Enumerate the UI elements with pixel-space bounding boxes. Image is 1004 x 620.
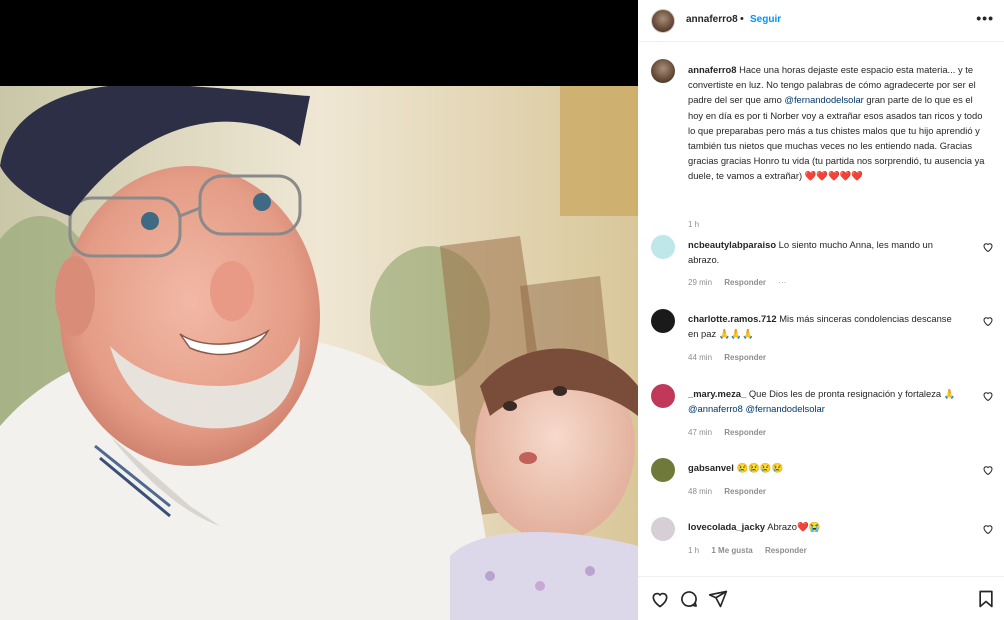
comment-text: gabsanvel 😢😢😢😢 [688,460,958,475]
commenter-avatar[interactable] [651,309,675,333]
caption-mention[interactable]: @fernandodelsolar [784,94,863,105]
author-username[interactable]: annaferro8 [686,14,738,25]
comment-timestamp[interactable]: 1 h [688,546,699,555]
commenter-username[interactable]: ncbeautylabparaiso [688,239,776,250]
separator-dot: • [740,13,744,25]
comment-text: lovecolada_jacky Abrazo❤️😭 [688,519,958,534]
comment-text: charlotte.ramos.712 Mis más sinceras con… [688,311,958,341]
caption-timestamp[interactable]: 1 h [688,220,699,229]
caption-text: annaferro8 Hace una horas dejaste este e… [688,62,988,184]
commenter-avatar[interactable] [651,384,675,408]
comment-body: 😢😢😢😢 [736,462,784,473]
comment-meta: 1 h 1 Me gusta Responder [688,546,817,555]
comment-meta: 29 min Responder ··· [688,278,796,287]
caption-avatar[interactable] [651,59,675,83]
comment-icon[interactable] [679,589,699,609]
bookmark-icon[interactable] [976,589,996,609]
comment-more-icon[interactable]: ··· [778,278,786,287]
comment-meta: 48 min Responder [688,487,776,496]
caption-body-part2: gran parte de lo que es el hoy en día es… [688,94,985,182]
comment-like-heart-icon[interactable] [982,523,994,535]
comment-timestamp[interactable]: 48 min [688,487,712,496]
share-icon[interactable] [708,589,728,609]
commenter-avatar[interactable] [651,517,675,541]
commenter-avatar[interactable] [651,235,675,259]
photo-illustration [0,86,638,620]
commenter-username[interactable]: gabsanvel [688,462,734,473]
post-photo [0,86,638,620]
comment-body: Que Dios les de pronta resignación y for… [748,388,956,399]
comment-timestamp[interactable]: 44 min [688,353,712,362]
heart-icon[interactable] [650,589,670,609]
commenter-username[interactable]: lovecolada_jacky [688,521,765,532]
comment-like-heart-icon[interactable] [982,390,994,402]
caption-username[interactable]: annaferro8 [688,64,736,75]
comment-timestamp[interactable]: 29 min [688,278,712,287]
reply-button[interactable]: Responder [724,487,766,496]
reply-button[interactable]: Responder [724,428,766,437]
author-avatar[interactable] [651,9,675,33]
comment-like-heart-icon[interactable] [982,241,994,253]
comment-mention[interactable]: @fernandodelsolar [745,403,824,414]
comment-text: _mary.meza_ Que Dios les de pronta resig… [688,386,958,416]
comment-likes-count[interactable]: 1 Me gusta [711,546,752,555]
reply-button[interactable]: Responder [724,353,766,362]
post-media[interactable] [0,0,638,620]
comment-body: Abrazo❤️😭 [767,521,821,532]
comment-meta: 44 min Responder [688,353,776,362]
commenter-username[interactable]: _mary.meza_ [688,388,746,399]
post-header: annaferro8 • Seguir ••• [638,0,1004,42]
reply-button[interactable]: Responder [724,278,766,287]
comment-mention[interactable]: @annaferro8 [688,403,743,414]
post-side-panel: annaferro8 • Seguir ••• annaferro8 Hace … [638,0,1004,620]
comment-like-heart-icon[interactable] [982,464,994,476]
commenter-avatar[interactable] [651,458,675,482]
more-options-icon[interactable]: ••• [976,10,994,26]
follow-button[interactable]: Seguir [750,14,781,25]
comments-list[interactable]: annaferro8 Hace una horas dejaste este e… [638,43,1004,576]
comment-meta: 47 min Responder [688,428,776,437]
comment-like-heart-icon[interactable] [982,315,994,327]
commenter-username[interactable]: charlotte.ramos.712 [688,313,777,324]
post-actions-bar [638,576,1004,620]
comment-text: ncbeautylabparaiso Lo siento mucho Anna,… [688,237,958,267]
reply-button[interactable]: Responder [765,546,807,555]
comment-timestamp[interactable]: 47 min [688,428,712,437]
